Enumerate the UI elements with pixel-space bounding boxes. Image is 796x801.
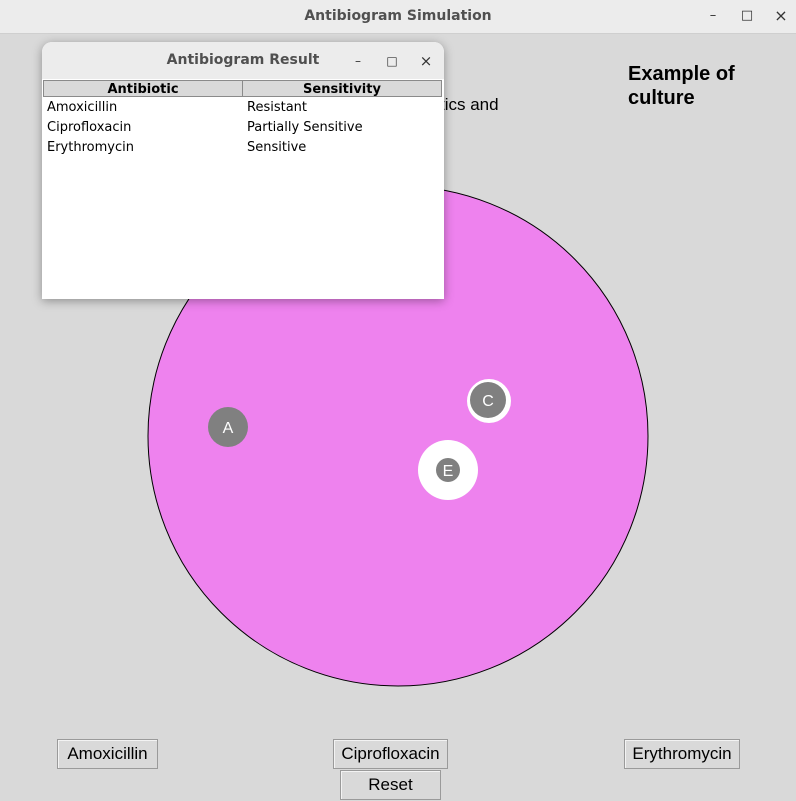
results-table: Antibiotic Sensitivity Amoxicillin Resis… <box>42 79 444 299</box>
cell-sensitivity: Resistant <box>247 100 308 115</box>
cell-antibiotic: Amoxicillin <box>47 100 118 115</box>
column-header-antibiotic[interactable]: Antibiotic <box>43 80 243 97</box>
table-row[interactable]: Ciprofloxacin Partially Sensitive <box>42 118 442 138</box>
table-row[interactable]: Erythromycin Sensitive <box>42 138 442 158</box>
dialog-titlebar: Antibiogram Result – □ × <box>42 42 444 79</box>
amoxicillin-button[interactable]: Amoxicillin <box>57 739 158 769</box>
dialog-close-icon[interactable]: × <box>416 51 436 71</box>
result-dialog: Antibiogram Result – □ × Antibiotic Sens… <box>42 42 444 299</box>
disk-label-e: E <box>443 463 454 480</box>
cell-sensitivity: Partially Sensitive <box>247 120 363 135</box>
disk-label-c: C <box>482 393 494 410</box>
cell-sensitivity: Sensitive <box>247 140 307 155</box>
dialog-minimize-icon[interactable]: – <box>348 51 368 71</box>
cell-antibiotic: Ciprofloxacin <box>47 120 132 135</box>
table-header: Antibiotic Sensitivity <box>42 80 442 97</box>
cell-antibiotic: Erythromycin <box>47 140 134 155</box>
erythromycin-button[interactable]: Erythromycin <box>624 739 740 769</box>
ciprofloxacin-button[interactable]: Ciprofloxacin <box>333 739 448 769</box>
column-header-sensitivity[interactable]: Sensitivity <box>242 80 442 97</box>
table-row[interactable]: Amoxicillin Resistant <box>42 98 442 118</box>
disk-label-a: A <box>223 420 234 437</box>
dialog-maximize-icon[interactable]: □ <box>382 51 402 71</box>
reset-button[interactable]: Reset <box>340 770 441 800</box>
